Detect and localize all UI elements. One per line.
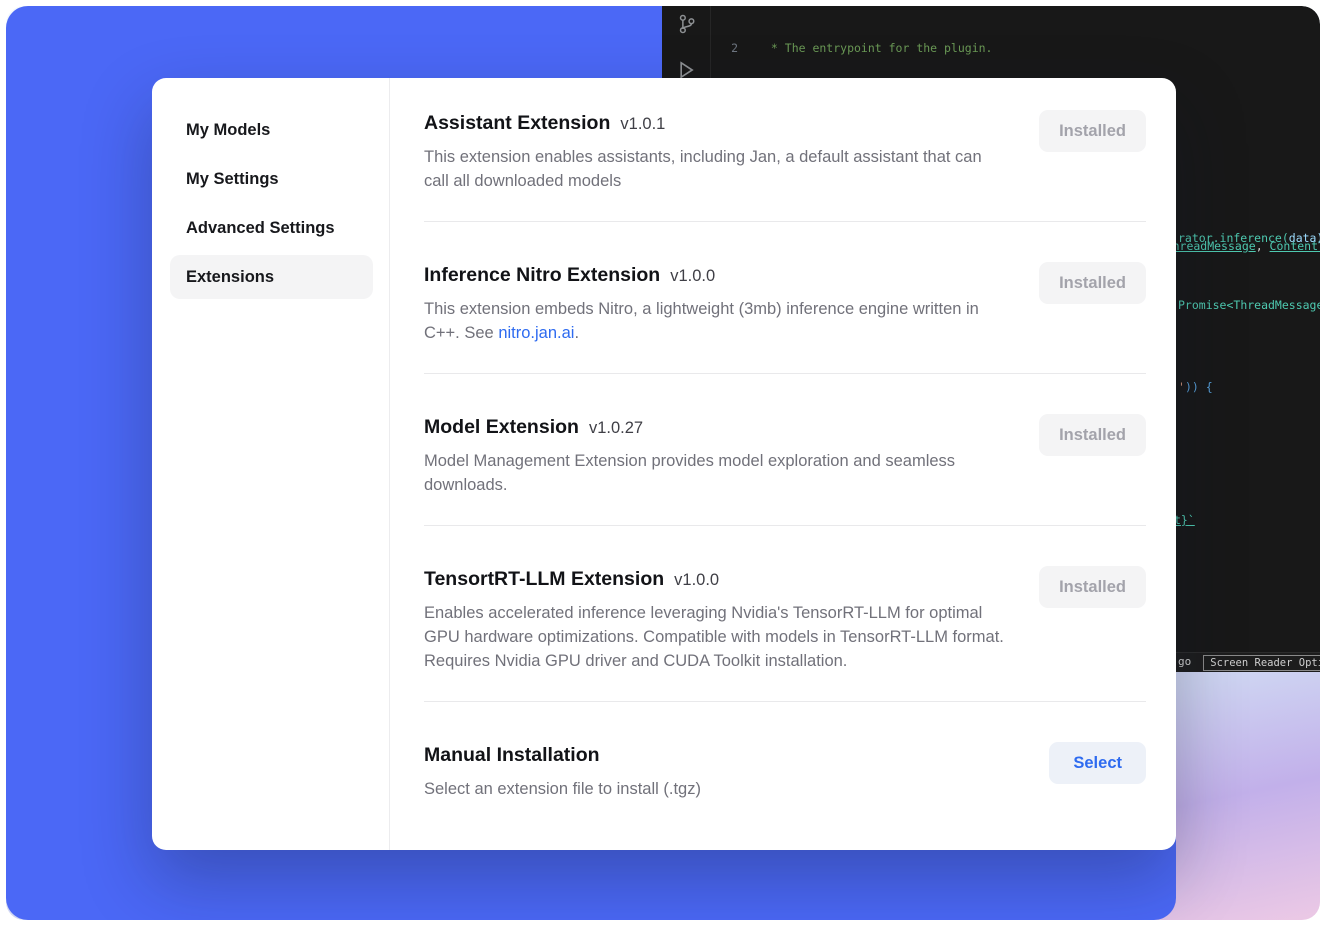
settings-modal: My Models My Settings Advanced Settings … (152, 78, 1176, 850)
installed-button: Installed (1039, 262, 1146, 304)
row-divider (424, 373, 1146, 374)
screen-reader-badge: Screen Reader Optimize (1203, 655, 1320, 671)
extension-version: v1.0.0 (674, 571, 719, 589)
installed-button: Installed (1039, 566, 1146, 608)
extension-version: v1.0.0 (670, 267, 715, 285)
sidebar-item-advanced-settings[interactable]: Advanced Settings (170, 206, 373, 250)
extension-version: v1.0.1 (620, 115, 665, 133)
extension-description: Enables accelerated inference leveraging… (424, 601, 1009, 673)
extension-title: Inference Nitro Extension (424, 264, 660, 286)
extension-description: This extension embeds Nitro, a lightweig… (424, 297, 1009, 345)
row-divider (424, 525, 1146, 526)
code-line: 2 * The entrypoint for the plugin. (662, 40, 1320, 57)
extension-title-line: Inference Nitro Extension v1.0.0 (424, 262, 1009, 288)
extension-row-tensorrt-llm: TensortRT-LLM Extension v1.0.0 Enables ac… (424, 566, 1146, 673)
extension-title: Model Extension (424, 416, 579, 438)
extension-title-line: Manual Installation (424, 742, 701, 768)
extension-title-line: TensortRT-LLM Extension v1.0.0 (424, 566, 1009, 592)
extension-row-inference-nitro: Inference Nitro Extension v1.0.0 This ext… (424, 262, 1146, 345)
extension-row-assistant: Assistant Extension v1.0.1 This extension… (424, 110, 1146, 193)
select-file-button[interactable]: Select (1049, 742, 1146, 784)
code-fragment: t}` (1174, 512, 1195, 529)
extension-description: This extension enables assistants, inclu… (424, 145, 1009, 193)
hero-canvas: 2 * The entrypoint for the plugin. 3 */ … (6, 6, 1320, 920)
code-fragment: ')) { (1178, 379, 1213, 396)
extension-title: Assistant Extension (424, 112, 610, 134)
sidebar-item-my-models[interactable]: My Models (170, 108, 373, 152)
extension-version: v1.0.27 (589, 419, 643, 437)
extensions-list: Assistant Extension v1.0.1 This extension… (390, 78, 1176, 850)
sidebar-item-extensions[interactable]: Extensions (170, 255, 373, 299)
row-divider (424, 221, 1146, 222)
extension-description: Select an extension file to install (.tg… (424, 777, 701, 801)
sidebar-item-my-settings[interactable]: My Settings (170, 157, 373, 201)
extension-row-model: Model Extension v1.0.27 Model Management … (424, 414, 1146, 497)
settings-sidebar: My Models My Settings Advanced Settings … (152, 78, 390, 850)
installed-button: Installed (1039, 110, 1146, 152)
code-fragment: rator.inference(data)); (1178, 230, 1320, 247)
code-fragment: Promise<ThreadMessage> (1178, 297, 1320, 314)
extension-title-line: Assistant Extension v1.0.1 (424, 110, 1009, 136)
row-divider (424, 701, 1146, 702)
extension-row-manual-installation: Manual Installation Select an extension … (424, 742, 1146, 801)
installed-button: Installed (1039, 414, 1146, 456)
extension-title: Manual Installation (424, 744, 600, 766)
extension-title: TensortRT-LLM Extension (424, 568, 664, 590)
status-bar-text: go (1178, 654, 1191, 671)
extension-title-line: Model Extension v1.0.27 (424, 414, 1009, 440)
nitro-jan-ai-link[interactable]: nitro.jan.ai (498, 324, 574, 342)
extension-description: Model Management Extension provides mode… (424, 449, 1009, 497)
